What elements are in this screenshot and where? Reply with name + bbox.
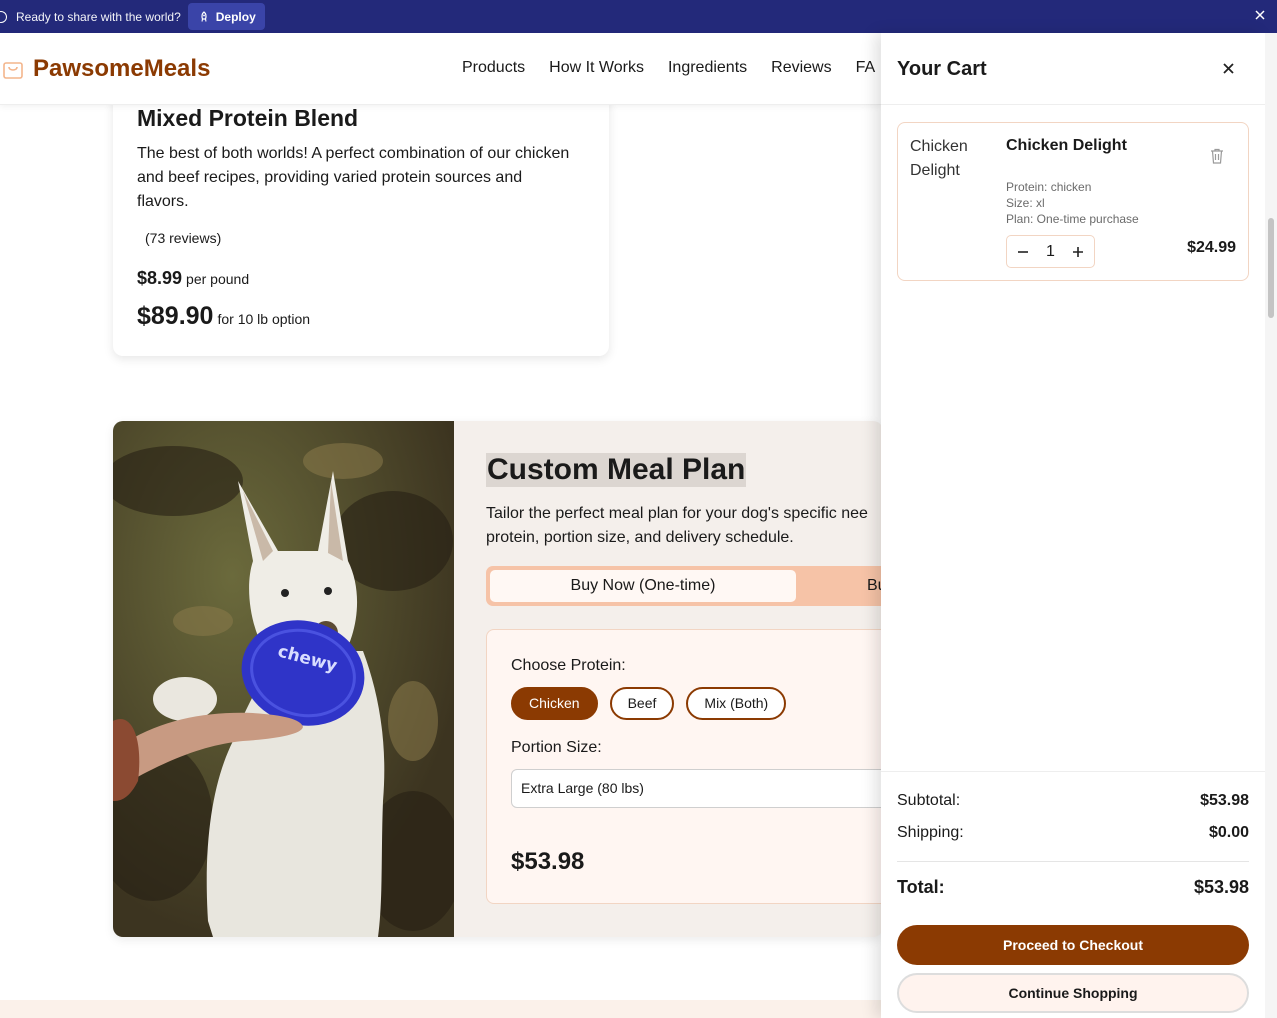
nav-ingredients[interactable]: Ingredients xyxy=(668,59,747,77)
cart-panel: Your Cart Chicken Delight Chicken Deligh… xyxy=(881,33,1265,1018)
product-card: Mixed Protein Blend The best of both wor… xyxy=(113,90,609,356)
quantity-stepper: 1 xyxy=(1006,235,1095,268)
protein-mix-button[interactable]: Mix (Both) xyxy=(686,687,787,720)
scrollbar[interactable] xyxy=(1265,33,1277,1018)
purchase-type-tabs: Buy Now (One-time) Bu xyxy=(486,566,883,606)
trash-icon[interactable] xyxy=(1210,148,1224,164)
shipping-row: Shipping: $0.00 xyxy=(897,824,1249,841)
protein-label: Choose Protein: xyxy=(511,657,626,674)
nav-reviews[interactable]: Reviews xyxy=(771,59,831,77)
product-description: The best of both worlds! A perfect combi… xyxy=(137,145,570,210)
continue-shopping-button[interactable]: Continue Shopping xyxy=(897,973,1249,1013)
deploy-banner: Ready to share with the world? Deploy xyxy=(0,0,1277,33)
banner-message: Ready to share with the world? xyxy=(16,9,181,24)
subtotal-row: Subtotal: $53.98 xyxy=(897,792,1249,809)
custom-meal-plan-section: chewy Custom Meal Plan Tailor the perfec… xyxy=(113,421,883,937)
close-icon[interactable] xyxy=(1253,8,1267,22)
deploy-button[interactable]: Deploy xyxy=(187,3,265,30)
cart-item-price: $24.99 xyxy=(1187,239,1236,256)
cart-item-image: Chicken Delight xyxy=(910,138,968,179)
cart-item: Chicken Delight Chicken Delight Protein:… xyxy=(897,122,1249,281)
close-icon[interactable] xyxy=(1222,62,1235,75)
deploy-label: Deploy xyxy=(215,9,256,24)
protein-options: Chicken Beef Mix (Both) xyxy=(511,687,787,720)
summary-divider xyxy=(897,861,1249,862)
item-size: Size: xl xyxy=(1006,196,1045,210)
shopping-bag-icon[interactable] xyxy=(2,58,24,80)
proceed-to-checkout-button[interactable]: Proceed to Checkout xyxy=(897,925,1249,965)
minus-icon[interactable] xyxy=(1017,246,1029,258)
protein-chicken-button[interactable]: Chicken xyxy=(511,687,598,720)
cart-title: Your Cart xyxy=(897,58,987,80)
next-section-edge xyxy=(0,1000,881,1018)
option-price: $89.90 for 10 lb option xyxy=(137,302,311,330)
total-row: Total: $53.98 xyxy=(897,877,1249,897)
info-icon xyxy=(0,10,7,23)
cart-item-name: Chicken Delight xyxy=(1006,137,1127,154)
meal-plan-title: Custom Meal Plan xyxy=(486,453,747,487)
cart-item-details: Protein: chicken Size: xl Plan: One-time… xyxy=(1006,179,1139,227)
review-count: (73 reviews) xyxy=(145,230,222,246)
meal-plan-description: Tailor the perfect meal plan for your do… xyxy=(486,505,868,546)
portion-label: Portion Size: xyxy=(511,739,602,756)
dog-with-frisbee-photo: chewy xyxy=(113,421,454,937)
price-per-pound: $8.99 per pound xyxy=(137,268,250,288)
tab-buy-now[interactable]: Buy Now (One-time) xyxy=(490,570,796,602)
protein-beef-button[interactable]: Beef xyxy=(609,687,675,720)
meal-plan-price: $53.98 xyxy=(511,848,585,875)
product-title: Mixed Protein Blend xyxy=(137,105,359,131)
rocket-icon xyxy=(201,10,207,22)
scrollbar-thumb[interactable] xyxy=(1268,218,1274,318)
item-plan: Plan: One-time purchase xyxy=(1006,212,1139,226)
site-header: PawsomeMeals Products How It Works Ingre… xyxy=(0,33,881,105)
main-nav: Products How It Works Ingredients Review… xyxy=(462,59,875,77)
brand-logo[interactable]: PawsomeMeals xyxy=(33,55,210,83)
plus-icon[interactable] xyxy=(1072,246,1084,258)
cart-summary: Subtotal: $53.98 Shipping: $0.00 Total: $53… xyxy=(881,771,1265,1018)
nav-faq[interactable]: FA xyxy=(856,59,876,77)
nav-how-it-works[interactable]: How It Works xyxy=(549,59,644,77)
nav-products[interactable]: Products xyxy=(462,59,525,77)
portion-size-select[interactable]: Extra Large (80 lbs) xyxy=(511,769,883,808)
item-protein: Protein: chicken xyxy=(1006,180,1092,194)
meal-plan-form: Choose Protein: Chicken Beef Mix (Both) … xyxy=(486,629,883,904)
quantity-value: 1 xyxy=(1046,242,1055,260)
cart-header: Your Cart xyxy=(881,33,1265,105)
